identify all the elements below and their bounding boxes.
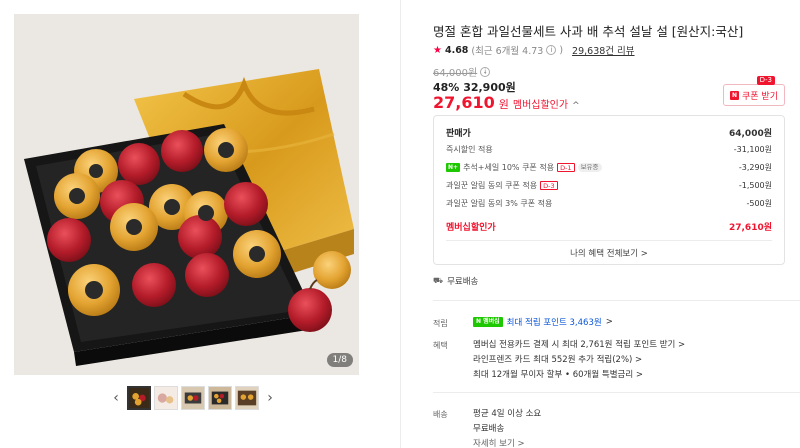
breakdown-row: 즉시할인 적용 -31,100원 — [446, 144, 772, 155]
coupon-day-tag: D-3 — [540, 181, 558, 190]
coupon-label: 쿠폰 받기 — [742, 91, 778, 102]
breakdown-row-label-wrap: N+ 추석+세일 10% 쿠폰 적용 D-1 보유중 — [446, 162, 602, 173]
free-shipping-row: ⛟ 무료배송 — [433, 275, 478, 287]
member-price-unit: 원 — [498, 98, 509, 111]
breakdown-row-label: 과일꾼 알림 동의 쿠폰 적용 — [446, 181, 538, 190]
breakdown-head-amount: 64,000원 — [728, 129, 772, 139]
delivery-label: 배송 — [433, 410, 448, 419]
breakdown-row-amount: -31,100원 — [733, 145, 772, 154]
max-points-link[interactable]: 최대 적립 포인트 3,463원 — [507, 316, 602, 328]
breakdown-total: 멤버십할인가 27,610원 — [446, 220, 772, 233]
breakdown-row-label-wrap: 과일꾼 알림 동의 쿠폰 적용 D-3 — [446, 180, 558, 191]
thumbnail-3-image — [182, 387, 204, 409]
free-shipping-text: 무료배송 — [447, 277, 479, 287]
naver-n-icon: N — [730, 90, 739, 100]
benefits-label: 혜택 — [433, 341, 448, 350]
star-icon: ★ — [433, 44, 442, 56]
section-divider — [433, 300, 800, 301]
naver-plus-icon: N+ — [446, 163, 461, 172]
all-benefits-link[interactable]: 나의 혜택 전체보기 > — [434, 247, 784, 259]
breakdown-row-label: 추석+세일 10% 쿠폰 적용 — [463, 163, 555, 172]
rating-recent-close: ) — [559, 44, 564, 56]
section-divider — [433, 392, 800, 393]
thumbnail-1-image — [129, 388, 149, 408]
points-label: 적립 — [433, 319, 448, 328]
product-title: 명절 혼합 과일선물세트 사과 배 추석 설날 설 [원산지:국산] — [433, 24, 744, 39]
breakdown-row: 과일꾼 알림 동의 쿠폰 적용 D-3 -1,500원 — [446, 180, 772, 191]
breakdown-row: N+ 추석+세일 10% 쿠폰 적용 D-1 보유중 -3,290원 — [446, 162, 772, 173]
coupon-download-button[interactable]: N 쿠폰 받기 — [723, 84, 785, 106]
benefit-line[interactable]: 라인프렌즈 카드 최대 552원 추가 적립(2%) > — [473, 353, 642, 365]
thumbnail-1[interactable] — [127, 386, 151, 410]
rating-score: 4.68 — [444, 44, 469, 56]
breakdown-row-label: 과일꾼 알림 동의 3% 쿠폰 적용 — [446, 199, 553, 208]
breakdown-row-label: 즉시할인 적용 — [446, 145, 493, 154]
rating-recent: (최근 6개월 4.73 — [471, 46, 544, 57]
chevron-right-icon: > — [605, 317, 613, 327]
thumbnail-3[interactable] — [181, 386, 205, 410]
info-icon[interactable]: i — [546, 45, 557, 55]
thumbnail-next-arrow[interactable]: › — [262, 386, 278, 410]
breakdown-total-amount: 27,610원 — [728, 223, 772, 233]
image-page-indicator: 1/8 — [326, 353, 353, 367]
breakdown-head-label: 판매가 — [446, 129, 471, 139]
points-row[interactable]: N 멤버십 최대 적립 포인트 3,463원 > — [473, 316, 613, 328]
price-info-icon[interactable]: i — [480, 66, 491, 77]
thumbnail-strip: ‹ › — [108, 384, 278, 412]
benefit-line[interactable]: 멤버십 전용카드 결제 시 최대 2,761원 적립 포인트 받기 > — [473, 338, 685, 350]
fruit-gift-box-image — [14, 14, 359, 375]
original-price-row: 64,000원 i — [433, 64, 491, 79]
thumbnail-4-image — [209, 387, 231, 409]
naver-membership-icon: N 멤버십 — [473, 317, 503, 327]
coupon-day-tag: D-1 — [557, 163, 575, 172]
original-price: 64,000원 — [433, 68, 478, 79]
breakdown-total-label: 멤버십할인가 — [446, 223, 496, 233]
column-divider — [400, 0, 401, 448]
coupon-day-tag: D-3 — [756, 76, 775, 85]
delivery-details-link[interactable]: 자세히 보기 > — [473, 437, 525, 448]
price-breakdown-box: 판매가 64,000원 즉시할인 적용 -31,100원 N+ 추석+세일 10… — [433, 115, 785, 265]
benefit-line[interactable]: 최대 12개월 무이자 할부 • 60개월 특별금리 > — [473, 368, 643, 380]
breakdown-divider — [446, 240, 772, 241]
delivery-fee: 무료배송 — [473, 424, 505, 434]
delivery-time: 평균 4일 이상 소요 — [473, 409, 542, 419]
member-price-number: 27,610 — [433, 93, 495, 112]
member-price-label: 멤버십할인가 — [512, 100, 569, 111]
breakdown-head: 판매가 64,000원 — [446, 126, 772, 139]
truck-icon: ⛟ — [433, 276, 444, 285]
thumbnail-4[interactable] — [208, 386, 232, 410]
breakdown-row-amount: -1,500원 — [738, 181, 772, 190]
product-main-image[interactable]: 1/8 — [14, 14, 359, 375]
breakdown-row: 과일꾼 알림 동의 3% 쿠폰 적용 -500원 — [446, 198, 772, 209]
breakdown-row-amount: -3,290원 — [738, 163, 772, 172]
member-price-row[interactable]: 27,610 원 멤버십할인가 ^ — [433, 93, 580, 112]
coupon-area: N 쿠폰 받기 D-3 — [723, 76, 785, 106]
chevron-up-icon[interactable]: ^ — [572, 101, 580, 111]
breakdown-row-amount: -500원 — [746, 199, 772, 208]
owned-tag: 보유중 — [577, 163, 602, 172]
review-count-link[interactable]: 29,638건 리뷰 — [572, 43, 634, 57]
thumbnail-2-image — [155, 387, 177, 409]
thumbnail-prev-arrow[interactable]: ‹ — [108, 386, 124, 410]
thumbnail-5-image — [236, 387, 258, 409]
thumbnail-5[interactable] — [235, 386, 259, 410]
thumbnail-2[interactable] — [154, 386, 178, 410]
rating-row: ★ 4.68 (최근 6개월 4.73 i ) 29,638건 리뷰 — [433, 43, 635, 58]
